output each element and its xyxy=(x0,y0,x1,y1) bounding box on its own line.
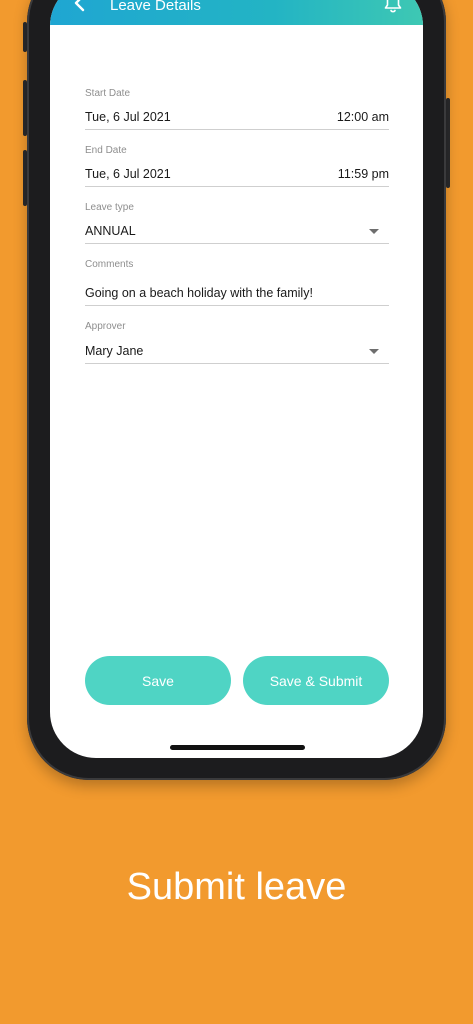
bell-icon[interactable] xyxy=(383,0,403,14)
approver-select[interactable]: Approver Mary Jane xyxy=(85,319,389,364)
phone-screen: Leave Details Start Date Tue, 6 Jul 2021… xyxy=(50,0,423,758)
save-submit-button[interactable]: Save & Submit xyxy=(243,656,389,705)
approver-value: Mary Jane xyxy=(85,344,144,358)
app-bar: Leave Details xyxy=(50,0,423,25)
home-indicator xyxy=(170,745,305,750)
chevron-down-icon[interactable] xyxy=(369,349,379,354)
start-date-value[interactable]: Tue, 6 Jul 2021 xyxy=(85,110,171,124)
end-time-value[interactable]: 11:59 pm xyxy=(338,167,389,181)
end-date-field[interactable]: End Date Tue, 6 Jul 2021 11:59 pm xyxy=(85,143,389,187)
chevron-left-icon[interactable] xyxy=(72,0,88,13)
end-date-value[interactable]: Tue, 6 Jul 2021 xyxy=(85,167,171,181)
page-title: Leave Details xyxy=(110,0,201,14)
start-time-value[interactable]: 12:00 am xyxy=(337,110,389,124)
leave-type-value: ANNUAL xyxy=(85,224,136,238)
leave-type-label: Leave type xyxy=(85,202,134,213)
power-button xyxy=(446,98,450,188)
leave-type-select[interactable]: Leave type ANNUAL xyxy=(85,200,389,244)
chevron-down-icon[interactable] xyxy=(369,229,379,234)
comments-field[interactable]: Comments Going on a beach holiday with t… xyxy=(85,257,389,306)
comments-label: Comments xyxy=(85,259,134,270)
start-date-field[interactable]: Start Date Tue, 6 Jul 2021 12:00 am xyxy=(85,86,389,130)
marketing-caption: Submit leave xyxy=(126,866,347,908)
save-button[interactable]: Save xyxy=(85,656,231,705)
end-date-label: End Date xyxy=(85,145,127,156)
comments-value[interactable]: Going on a beach holiday with the family… xyxy=(85,286,313,300)
approver-label: Approver xyxy=(85,321,126,332)
start-date-label: Start Date xyxy=(85,88,131,99)
